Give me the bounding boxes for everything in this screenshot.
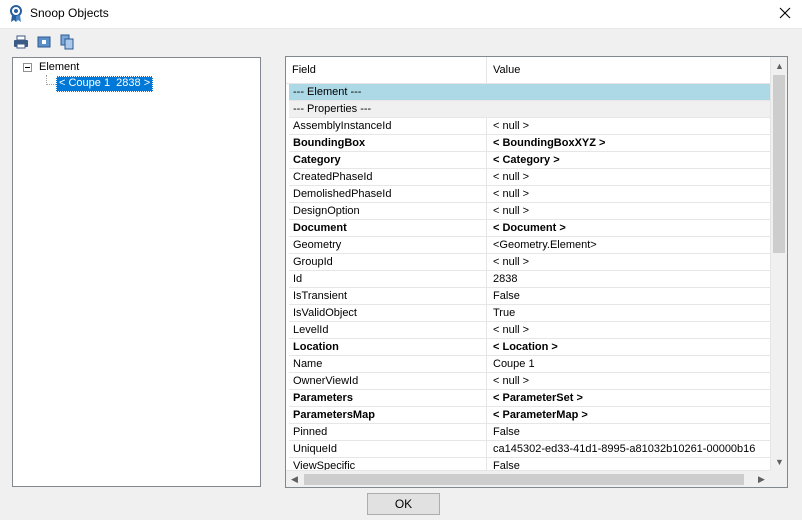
value-cell: < null >	[493, 256, 530, 268]
grid-row[interactable]: UniqueId ca145302-ed33-41d1-8995-a81032b1…	[289, 441, 770, 458]
grid-row[interactable]: IsValidObject True	[289, 305, 770, 322]
field-cell: BoundingBox	[289, 135, 487, 151]
field-cell: DesignOption	[289, 203, 487, 219]
grid-rows: --- Element --- --- Properties --- Assemb…	[289, 84, 770, 472]
print-preview-button[interactable]	[35, 33, 53, 51]
copy-button[interactable]	[58, 33, 76, 51]
grid-section-row[interactable]: --- Properties ---	[289, 101, 770, 118]
scroll-up-icon[interactable]: ▲	[771, 57, 787, 74]
tree-connector	[46, 84, 56, 85]
field-cell: Name	[289, 356, 487, 372]
scrollbar-corner	[770, 470, 787, 487]
property-grid[interactable]: Field Value --- Element --- --- Properti…	[285, 56, 788, 488]
field-cell: Document	[289, 220, 487, 236]
value-cell: < null >	[493, 375, 530, 387]
print-preview-icon	[35, 36, 53, 54]
field-cell: ParametersMap	[289, 407, 487, 423]
grid-row[interactable]: Pinned False	[289, 424, 770, 441]
copy-icon	[58, 34, 76, 54]
field-cell: Parameters	[289, 390, 487, 406]
field-cell: Category	[289, 152, 487, 168]
value-cell: < Category >	[493, 154, 560, 166]
value-cell: < null >	[493, 205, 530, 217]
value-cell: Coupe 1	[493, 358, 535, 370]
print-icon	[12, 35, 30, 54]
value-cell: < BoundingBoxXYZ >	[493, 137, 606, 149]
close-button[interactable]	[768, 0, 802, 29]
scroll-left-icon[interactable]: ◀	[286, 471, 303, 487]
grid-row[interactable]: GroupId < null >	[289, 254, 770, 271]
field-cell: Pinned	[289, 424, 487, 440]
value-cell: True	[493, 307, 516, 319]
field-cell: Id	[289, 271, 487, 287]
field-cell: IsValidObject	[289, 305, 487, 321]
field-cell: UniqueId	[289, 441, 487, 457]
window-title: Snoop Objects	[30, 6, 109, 20]
value-cell: False	[493, 426, 520, 438]
value-cell: False	[493, 290, 520, 302]
grid-row[interactable]: Location < Location >	[289, 339, 770, 356]
grid-row[interactable]: AssemblyInstanceId < null >	[289, 118, 770, 135]
value-cell: < null >	[493, 324, 530, 336]
grid-row[interactable]: Document < Document >	[289, 220, 770, 237]
close-icon	[779, 7, 791, 22]
object-tree[interactable]: Element < Coupe 1 2838 >	[12, 57, 261, 487]
scroll-down-icon[interactable]: ▼	[771, 453, 787, 470]
value-cell	[487, 101, 770, 117]
value-cell: < null >	[493, 171, 530, 183]
grid-row[interactable]: CreatedPhaseId < null >	[289, 169, 770, 186]
column-header-value[interactable]: Value	[487, 57, 770, 84]
field-cell: --- Element ---	[293, 86, 362, 98]
value-cell: < Location >	[493, 341, 558, 353]
grid-section-row[interactable]: --- Element ---	[289, 84, 770, 101]
grid-row[interactable]: Parameters < ParameterSet >	[289, 390, 770, 407]
grid-row[interactable]: Name Coupe 1	[289, 356, 770, 373]
snoop-badge-icon	[9, 5, 25, 23]
collapse-toggle[interactable]	[23, 63, 32, 72]
horizontal-scrollbar[interactable]: ◀ ▶	[286, 470, 770, 487]
field-cell: --- Properties ---	[293, 103, 372, 115]
grid-row[interactable]: OwnerViewId < null >	[289, 373, 770, 390]
grid-row[interactable]: LevelId < null >	[289, 322, 770, 339]
value-cell: < null >	[493, 188, 530, 200]
value-cell: < null >	[493, 120, 530, 132]
field-cell: OwnerViewId	[289, 373, 487, 389]
toolbar	[0, 29, 802, 55]
field-cell: CreatedPhaseId	[289, 169, 487, 185]
title-bar: Snoop Objects	[0, 0, 802, 29]
grid-row[interactable]: IsTransient False	[289, 288, 770, 305]
grid-row[interactable]: Category < Category >	[289, 152, 770, 169]
print-button[interactable]	[12, 33, 30, 51]
value-cell: < ParameterSet >	[493, 392, 583, 404]
field-cell: AssemblyInstanceId	[289, 118, 487, 134]
column-header-field[interactable]: Field	[286, 57, 487, 84]
vertical-scrollbar[interactable]: ▲ ▼	[770, 57, 787, 470]
value-cell: <Geometry.Element>	[493, 239, 597, 251]
grid-row[interactable]: DesignOption < null >	[289, 203, 770, 220]
field-cell: Location	[289, 339, 487, 355]
grid-row[interactable]: Geometry <Geometry.Element>	[289, 237, 770, 254]
tree-root-element[interactable]: Element	[39, 61, 79, 73]
field-cell: LevelId	[289, 322, 487, 338]
grid-row[interactable]: Id 2838	[289, 271, 770, 288]
grid-row[interactable]: BoundingBox < BoundingBoxXYZ >	[289, 135, 770, 152]
field-cell: DemolishedPhaseId	[289, 186, 487, 202]
value-cell: ca145302-ed33-41d1-8995-a81032b10261-000…	[493, 443, 756, 455]
grid-header: Field Value	[286, 57, 770, 84]
value-cell: < ParameterMap >	[493, 409, 588, 421]
value-cell: < Document >	[493, 222, 566, 234]
field-cell: IsTransient	[289, 288, 487, 304]
field-cell: GroupId	[289, 254, 487, 270]
field-cell: Geometry	[289, 237, 487, 253]
value-cell: 2838	[493, 273, 518, 285]
horizontal-scroll-thumb[interactable]	[304, 474, 744, 485]
ok-button[interactable]: OK	[367, 493, 440, 515]
value-cell	[487, 84, 770, 100]
vertical-scroll-thumb[interactable]	[773, 75, 785, 253]
grid-row[interactable]: DemolishedPhaseId < null >	[289, 186, 770, 203]
scroll-right-icon[interactable]: ▶	[753, 471, 770, 487]
tree-item-selected[interactable]: < Coupe 1 2838 >	[56, 76, 154, 92]
grid-row[interactable]: ParametersMap < ParameterMap >	[289, 407, 770, 424]
